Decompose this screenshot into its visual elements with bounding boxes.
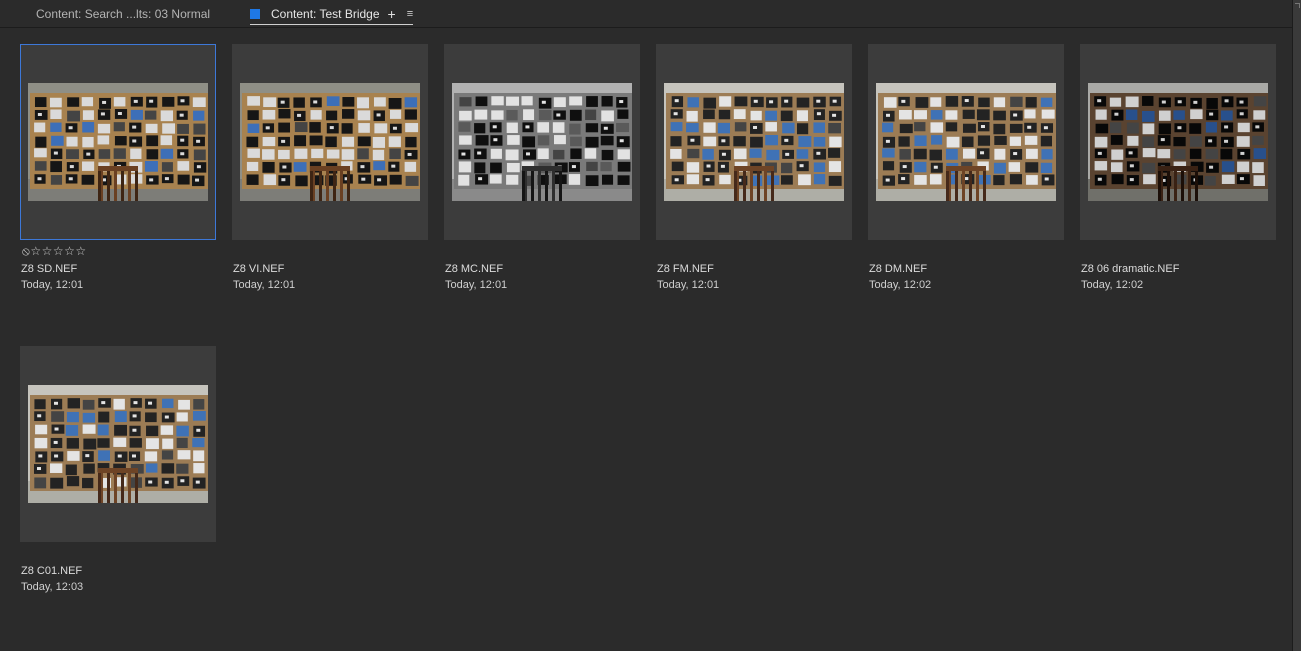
thumbnail-item[interactable]: Z8 MC.NEF Today, 12:01 bbox=[444, 44, 640, 291]
thumbnail-image bbox=[28, 83, 208, 201]
thumbnail-image bbox=[452, 83, 632, 201]
file-date: Today, 12:01 bbox=[233, 279, 296, 291]
thumbnail-image bbox=[28, 385, 208, 503]
file-name[interactable]: Z8 C01.NEF bbox=[21, 565, 82, 577]
tab-color-icon bbox=[250, 8, 260, 19]
rating-stars[interactable]: ⦸☆☆☆☆☆ bbox=[22, 244, 87, 259]
tab-search-results[interactable]: Content: Search ...lts: 03 Normal bbox=[36, 0, 210, 27]
tab-bar: Content: Search ...lts: 03 Normal Conten… bbox=[0, 0, 1301, 28]
thumbnail-item[interactable]: Z8 06 dramatic.NEF Today, 12:02 bbox=[1080, 44, 1276, 291]
file-name[interactable]: Z8 VI.NEF bbox=[233, 263, 284, 275]
panel-menu-icon[interactable]: ≡ bbox=[407, 8, 413, 20]
add-tab-icon[interactable]: + bbox=[388, 6, 396, 22]
thumbnail-item[interactable]: ⦸☆☆☆☆☆ Z8 SD.NEF Today, 12:01 bbox=[20, 44, 216, 291]
file-date: Today, 12:02 bbox=[869, 279, 932, 291]
file-name[interactable]: Z8 SD.NEF bbox=[21, 263, 77, 275]
thumbnail-item[interactable]: Z8 VI.NEF Today, 12:01 bbox=[232, 44, 428, 291]
thumbnail-image bbox=[240, 83, 420, 201]
thumbnail-frame[interactable] bbox=[868, 44, 1064, 240]
thumbnail-frame[interactable] bbox=[656, 44, 852, 240]
file-date: Today, 12:01 bbox=[445, 279, 508, 291]
file-date: Today, 12:02 bbox=[1081, 279, 1144, 291]
file-name[interactable]: Z8 MC.NEF bbox=[445, 263, 503, 275]
thumbnail-frame[interactable] bbox=[1080, 44, 1276, 240]
thumbnail-frame[interactable] bbox=[20, 44, 216, 240]
file-date: Today, 12:01 bbox=[657, 279, 720, 291]
file-name[interactable]: Z8 FM.NEF bbox=[657, 263, 714, 275]
file-name[interactable]: Z8 DM.NEF bbox=[869, 263, 927, 275]
tab-search-results-label: Content: Search ...lts: 03 Normal bbox=[36, 6, 211, 21]
thumbnail-item[interactable]: Z8 DM.NEF Today, 12:02 bbox=[868, 44, 1064, 291]
file-name[interactable]: Z8 06 dramatic.NEF bbox=[1081, 263, 1179, 275]
thumbnail-image bbox=[1088, 83, 1268, 201]
panel-edge bbox=[1292, 0, 1301, 651]
tab-test-bridge-label: Content: Test Bridge bbox=[271, 6, 380, 21]
file-date: Today, 12:01 bbox=[21, 279, 84, 291]
thumbnail-frame[interactable] bbox=[20, 346, 216, 542]
thumbnail-image bbox=[876, 83, 1056, 201]
file-date: Today, 12:03 bbox=[21, 581, 84, 593]
tab-test-bridge[interactable]: Content: Test Bridge + ≡ bbox=[250, 0, 414, 27]
thumbnail-item[interactable]: Z8 FM.NEF Today, 12:01 bbox=[656, 44, 852, 291]
thumbnail-frame[interactable] bbox=[232, 44, 428, 240]
thumbnail-image bbox=[664, 83, 844, 201]
thumbnail-frame[interactable] bbox=[444, 44, 640, 240]
thumbnail-item[interactable]: Z8 C01.NEF Today, 12:03 bbox=[20, 346, 216, 593]
